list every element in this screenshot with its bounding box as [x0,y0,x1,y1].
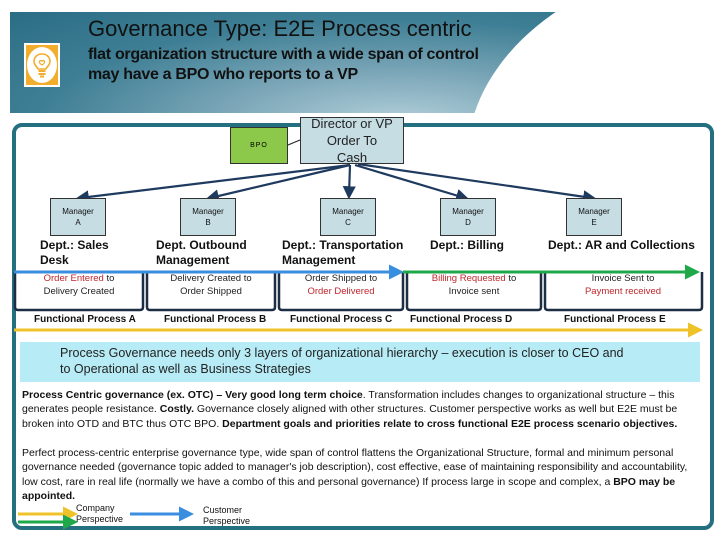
process-connector: to [366,273,378,284]
process-end: Invoice sent [448,286,500,297]
manager-id: C [345,218,351,227]
dept-line: Dept.: Transportation [282,238,404,252]
department-ar-collections: Dept.: AR and Collections [548,238,695,253]
para-text: Perfect process-centric enterprise gover… [22,447,688,488]
process-start: Order Shipped [304,273,367,284]
vp-line: Order To [326,133,378,148]
callout-line: to Operational as well as Business Strat… [60,362,311,376]
paragraph-perfect-governance: Perfect process-centric enterprise gover… [22,446,702,503]
process-connector: to [505,273,517,284]
process-a-description: Order Entered to Delivery Created [18,272,140,298]
process-connector: to [643,273,655,284]
para-bold: Costly. [159,403,194,416]
dept-line: Dept.: Sales [40,238,109,252]
process-start: Billing Requested [431,273,506,284]
functional-process-d: Functional Process D [410,314,513,325]
dept-line: Management [282,253,356,267]
manager-label: Manager [62,207,94,216]
legend-company-perspective: Company Perspective [76,503,123,525]
manager-id: A [75,218,81,227]
page-subtitle: flat organization structure with a wide … [88,45,479,85]
functional-process-e: Functional Process E [564,314,666,325]
subtitle-line: may have a BPO who reports to a VP [88,66,358,83]
department-transportation: Dept.: Transportation Management [282,238,403,268]
director-vp-box: Director or VP Order To Cash [300,116,404,165]
manager-d-box: Manager D [440,198,496,236]
process-end: Delivery Created [43,286,115,297]
dept-line: Dept.: AR and Collections [548,238,695,252]
functional-process-c: Functional Process C [290,314,393,325]
lightbulb-icon [24,43,60,87]
process-c-description: Order Shipped to Order Delivered [280,272,402,298]
vp-line: Cash [336,150,368,165]
department-billing: Dept.: Billing [430,238,504,253]
manager-e-box: Manager E [566,198,622,236]
manager-id: E [591,218,597,227]
dept-line: Management [156,253,230,267]
legend-line: Perspective [76,514,124,524]
process-connector: to [103,273,115,284]
process-end: Payment received [584,286,662,297]
legend-line: Company [76,503,115,513]
bpo-box: BPO [230,127,288,164]
process-end: Order Delivered [307,286,375,297]
callout-line: Process Governance needs only 3 layers o… [60,346,624,360]
process-e-description: Invoice Sent to Payment received [548,272,698,298]
dept-line: Dept.: Billing [430,238,504,252]
manager-label: Manager [332,207,364,216]
paragraph-process-centric: Process Centric governance (ex. OTC) – V… [22,388,702,431]
process-b-description: Delivery Created to Order Shipped [150,272,272,298]
process-connector: to [241,273,252,284]
manager-id: D [465,218,471,227]
manager-b-box: Manager B [180,198,236,236]
page-title: Governance Type: E2E Process centric [88,16,472,41]
subtitle-line: flat organization structure with a wide … [88,46,479,63]
dept-line: Desk [40,253,69,267]
dept-line: Dept. Outbound [156,238,247,252]
manager-c-box: Manager C [320,198,376,236]
process-d-description: Billing Requested to Invoice sent [410,272,538,298]
process-start: Order Entered [43,273,104,284]
department-outbound: Dept. Outbound Management [156,238,247,268]
legend-line: Customer [203,505,243,515]
manager-label: Manager [578,207,610,216]
functional-process-b: Functional Process B [164,314,267,325]
legend-customer-perspective: Customer Perspective [203,505,250,527]
manager-a-box: Manager A [50,198,106,236]
vp-line: Director or VP [311,116,393,131]
process-start: Delivery Created [170,273,242,284]
process-start: Invoice Sent [591,273,644,284]
para-bold: Process Centric governance (ex. OTC) – V… [22,389,363,401]
manager-id: B [205,218,211,227]
functional-process-a: Functional Process A [34,314,136,325]
manager-label: Manager [452,207,484,216]
department-sales-desk: Dept.: Sales Desk [40,238,109,268]
process-end: Order Shipped [180,286,242,297]
manager-label: Manager [192,207,224,216]
para-bold: Department goals and priorities relate t… [222,417,678,430]
legend-line: Perspective [203,516,251,526]
callout-box: Process Governance needs only 3 layers o… [20,342,700,382]
